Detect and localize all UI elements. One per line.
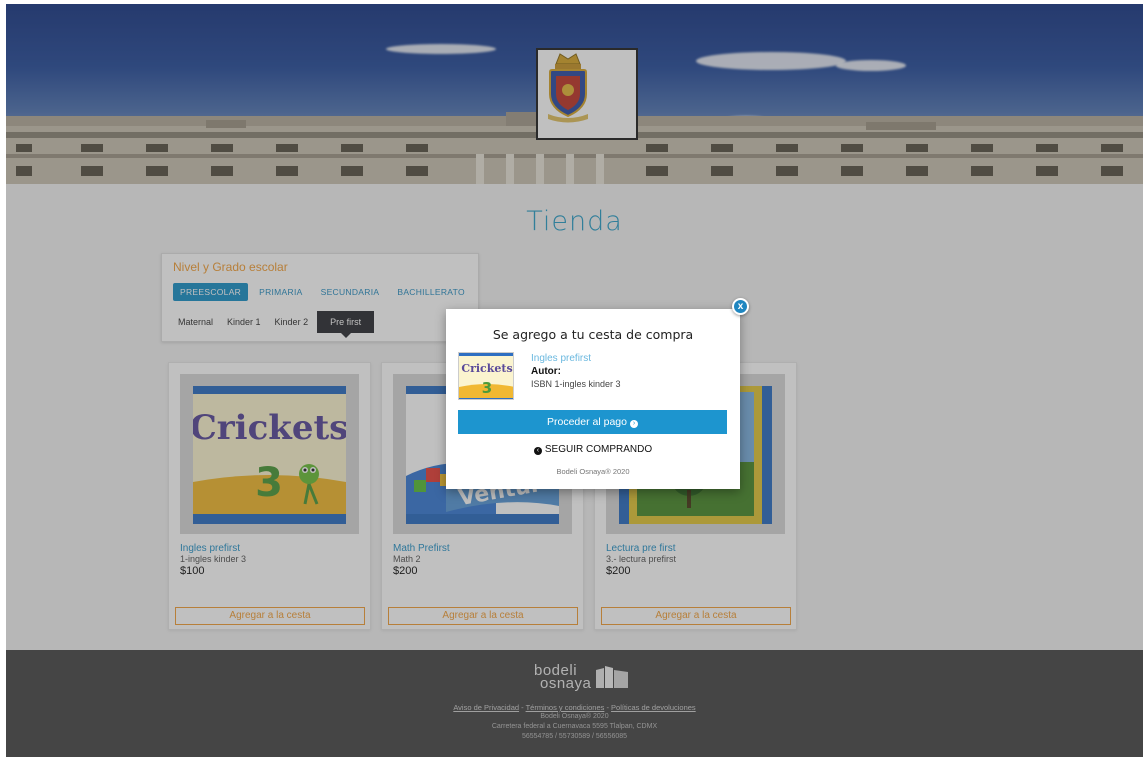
cart-added-modal: Se agrego a tu cesta de compra Crickets … xyxy=(446,309,740,489)
modal-author-label: Autor: xyxy=(531,366,561,377)
modal-title: Se agrego a tu cesta de compra xyxy=(492,327,694,342)
modal-product-name[interactable]: Ingles prefirst xyxy=(531,353,591,364)
page-frame: Tienda Nivel y Grado escolar PREESCOLAR … xyxy=(6,4,1143,757)
arrow-left-circle-icon: ‹ xyxy=(533,447,542,455)
arrow-right-circle-icon: › xyxy=(629,420,638,428)
modal-isbn: ISBN 1-ingles kinder 3 xyxy=(531,379,621,389)
modal-product-thumbnail: Crickets 3 xyxy=(458,352,514,400)
continue-button-label: SEGUIR COMPRANDO xyxy=(544,444,653,455)
close-icon[interactable]: x xyxy=(732,298,749,315)
thumb-number: 3 xyxy=(482,379,492,397)
continue-shopping-button[interactable]: ‹ SEGUIR COMPRANDO xyxy=(446,444,740,455)
modal-copyright: Bodeli Osnaya® 2020 xyxy=(556,467,630,476)
pay-button-label: Proceder al pago xyxy=(547,416,627,428)
thumb-title: Crickets xyxy=(461,362,512,375)
proceed-to-payment-button[interactable]: Proceder al pago › xyxy=(458,410,727,434)
